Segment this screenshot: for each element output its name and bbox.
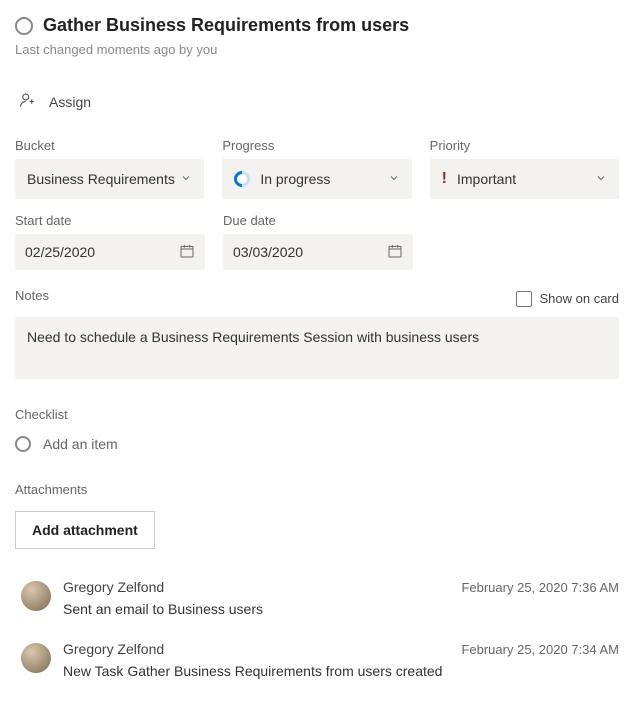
notes-label: Notes: [15, 288, 49, 303]
comment-author: Gregory Zelfond: [63, 641, 164, 657]
due-date-value: 03/03/2020: [233, 244, 303, 260]
comment-timestamp: February 25, 2020 7:34 AM: [461, 642, 619, 657]
avatar: [21, 581, 51, 611]
show-on-card-checkbox[interactable]: [516, 291, 532, 307]
due-date-label: Due date: [223, 213, 413, 228]
last-changed-text: Last changed moments ago by you: [15, 42, 619, 57]
progress-select[interactable]: In progress: [222, 159, 411, 199]
calendar-icon: [387, 243, 403, 262]
bucket-label: Bucket: [15, 138, 204, 153]
priority-value: Important: [457, 171, 516, 187]
show-on-card-label: Show on card: [540, 291, 620, 306]
complete-task-circle[interactable]: [15, 17, 33, 35]
task-title: Gather Business Requirements from users: [43, 15, 409, 36]
person-add-icon: [19, 91, 37, 112]
assign-label: Assign: [49, 94, 91, 110]
comment-author: Gregory Zelfond: [63, 579, 164, 595]
comment-item: Gregory Zelfond February 25, 2020 7:34 A…: [15, 641, 619, 679]
progress-value: In progress: [260, 171, 330, 187]
assign-button[interactable]: Assign: [15, 85, 619, 116]
attachments-label: Attachments: [15, 482, 619, 497]
add-attachment-button[interactable]: Add attachment: [15, 511, 155, 549]
in-progress-icon: [231, 168, 254, 191]
start-date-input[interactable]: 02/25/2020: [15, 234, 205, 270]
comment-timestamp: February 25, 2020 7:36 AM: [461, 580, 619, 595]
checklist-circle-icon: [15, 436, 31, 452]
important-icon: !: [442, 170, 447, 188]
start-date-value: 02/25/2020: [25, 244, 95, 260]
priority-select[interactable]: ! Important: [430, 159, 619, 199]
chevron-down-icon: [388, 171, 400, 187]
progress-label: Progress: [222, 138, 411, 153]
calendar-icon: [179, 243, 195, 262]
chevron-down-icon: [180, 171, 192, 187]
comment-text: New Task Gather Business Requirements fr…: [63, 663, 619, 679]
priority-label: Priority: [430, 138, 619, 153]
notes-textarea[interactable]: Need to schedule a Business Requirements…: [15, 317, 619, 379]
bucket-select[interactable]: Business Requirements: [15, 159, 204, 199]
checklist-label: Checklist: [15, 407, 619, 422]
add-checklist-item-input[interactable]: Add an item: [15, 436, 619, 452]
avatar: [21, 643, 51, 673]
comment-text: Sent an email to Business users: [63, 601, 619, 617]
due-date-input[interactable]: 03/03/2020: [223, 234, 413, 270]
comment-item: Gregory Zelfond February 25, 2020 7:36 A…: [15, 579, 619, 617]
add-item-placeholder: Add an item: [43, 436, 118, 452]
start-date-label: Start date: [15, 213, 205, 228]
chevron-down-icon: [595, 171, 607, 187]
bucket-value: Business Requirements: [27, 171, 175, 187]
